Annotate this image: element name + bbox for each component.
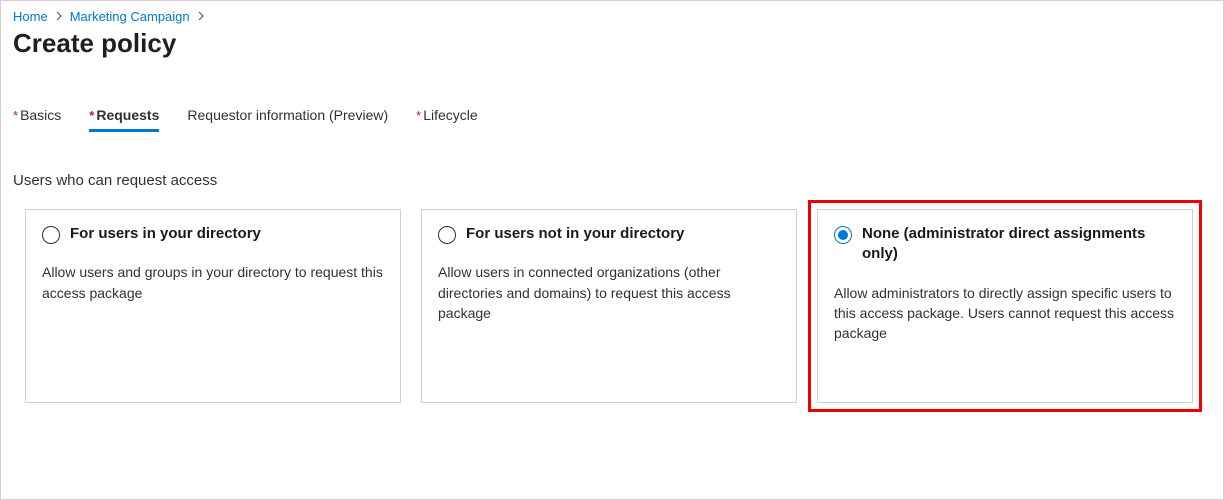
card-header: For users not in your directory (438, 224, 780, 244)
tab-label: Basics (20, 107, 61, 123)
required-asterisk: * (13, 108, 18, 123)
card-header: For users in your directory (42, 224, 384, 244)
option-card-users-in-directory[interactable]: For users in your directory Allow users … (25, 209, 401, 403)
card-row: For users in your directory Allow users … (13, 209, 1211, 403)
card-title: None (administrator direct assignments o… (862, 224, 1176, 265)
card-title: For users in your directory (70, 224, 261, 244)
option-card-none-admin-only[interactable]: None (administrator direct assignments o… (817, 209, 1193, 403)
tab-label: Lifecycle (423, 107, 477, 123)
radio-icon (438, 226, 456, 244)
section-label: Users who can request access (13, 172, 1211, 189)
tab-label: Requestor information (Preview) (187, 107, 388, 123)
tab-requests[interactable]: * Requests (89, 107, 159, 132)
breadcrumb-link-campaign[interactable]: Marketing Campaign (70, 9, 190, 24)
card-description: Allow administrators to directly assign … (834, 283, 1176, 344)
tab-requestor-info[interactable]: Requestor information (Preview) (187, 107, 388, 132)
required-asterisk: * (416, 108, 421, 123)
tab-bar: * Basics * Requests Requestor informatio… (13, 107, 1211, 132)
card-description: Allow users in connected organizations (… (438, 262, 780, 323)
card-header: None (administrator direct assignments o… (834, 224, 1176, 265)
card-description: Allow users and groups in your directory… (42, 262, 384, 303)
radio-icon (834, 226, 852, 244)
page-container: Home Marketing Campaign Create policy * … (0, 0, 1224, 500)
card-title: For users not in your directory (466, 224, 684, 244)
breadcrumb: Home Marketing Campaign (13, 9, 1211, 24)
tab-label: Requests (96, 107, 159, 123)
required-asterisk: * (89, 108, 94, 123)
chevron-right-icon (54, 10, 64, 24)
breadcrumb-link-home[interactable]: Home (13, 9, 48, 24)
page-title: Create policy (13, 28, 1211, 59)
chevron-right-icon (196, 10, 206, 24)
tab-basics[interactable]: * Basics (13, 107, 61, 132)
option-card-users-not-in-directory[interactable]: For users not in your directory Allow us… (421, 209, 797, 403)
radio-icon (42, 226, 60, 244)
tab-lifecycle[interactable]: * Lifecycle (416, 107, 478, 132)
